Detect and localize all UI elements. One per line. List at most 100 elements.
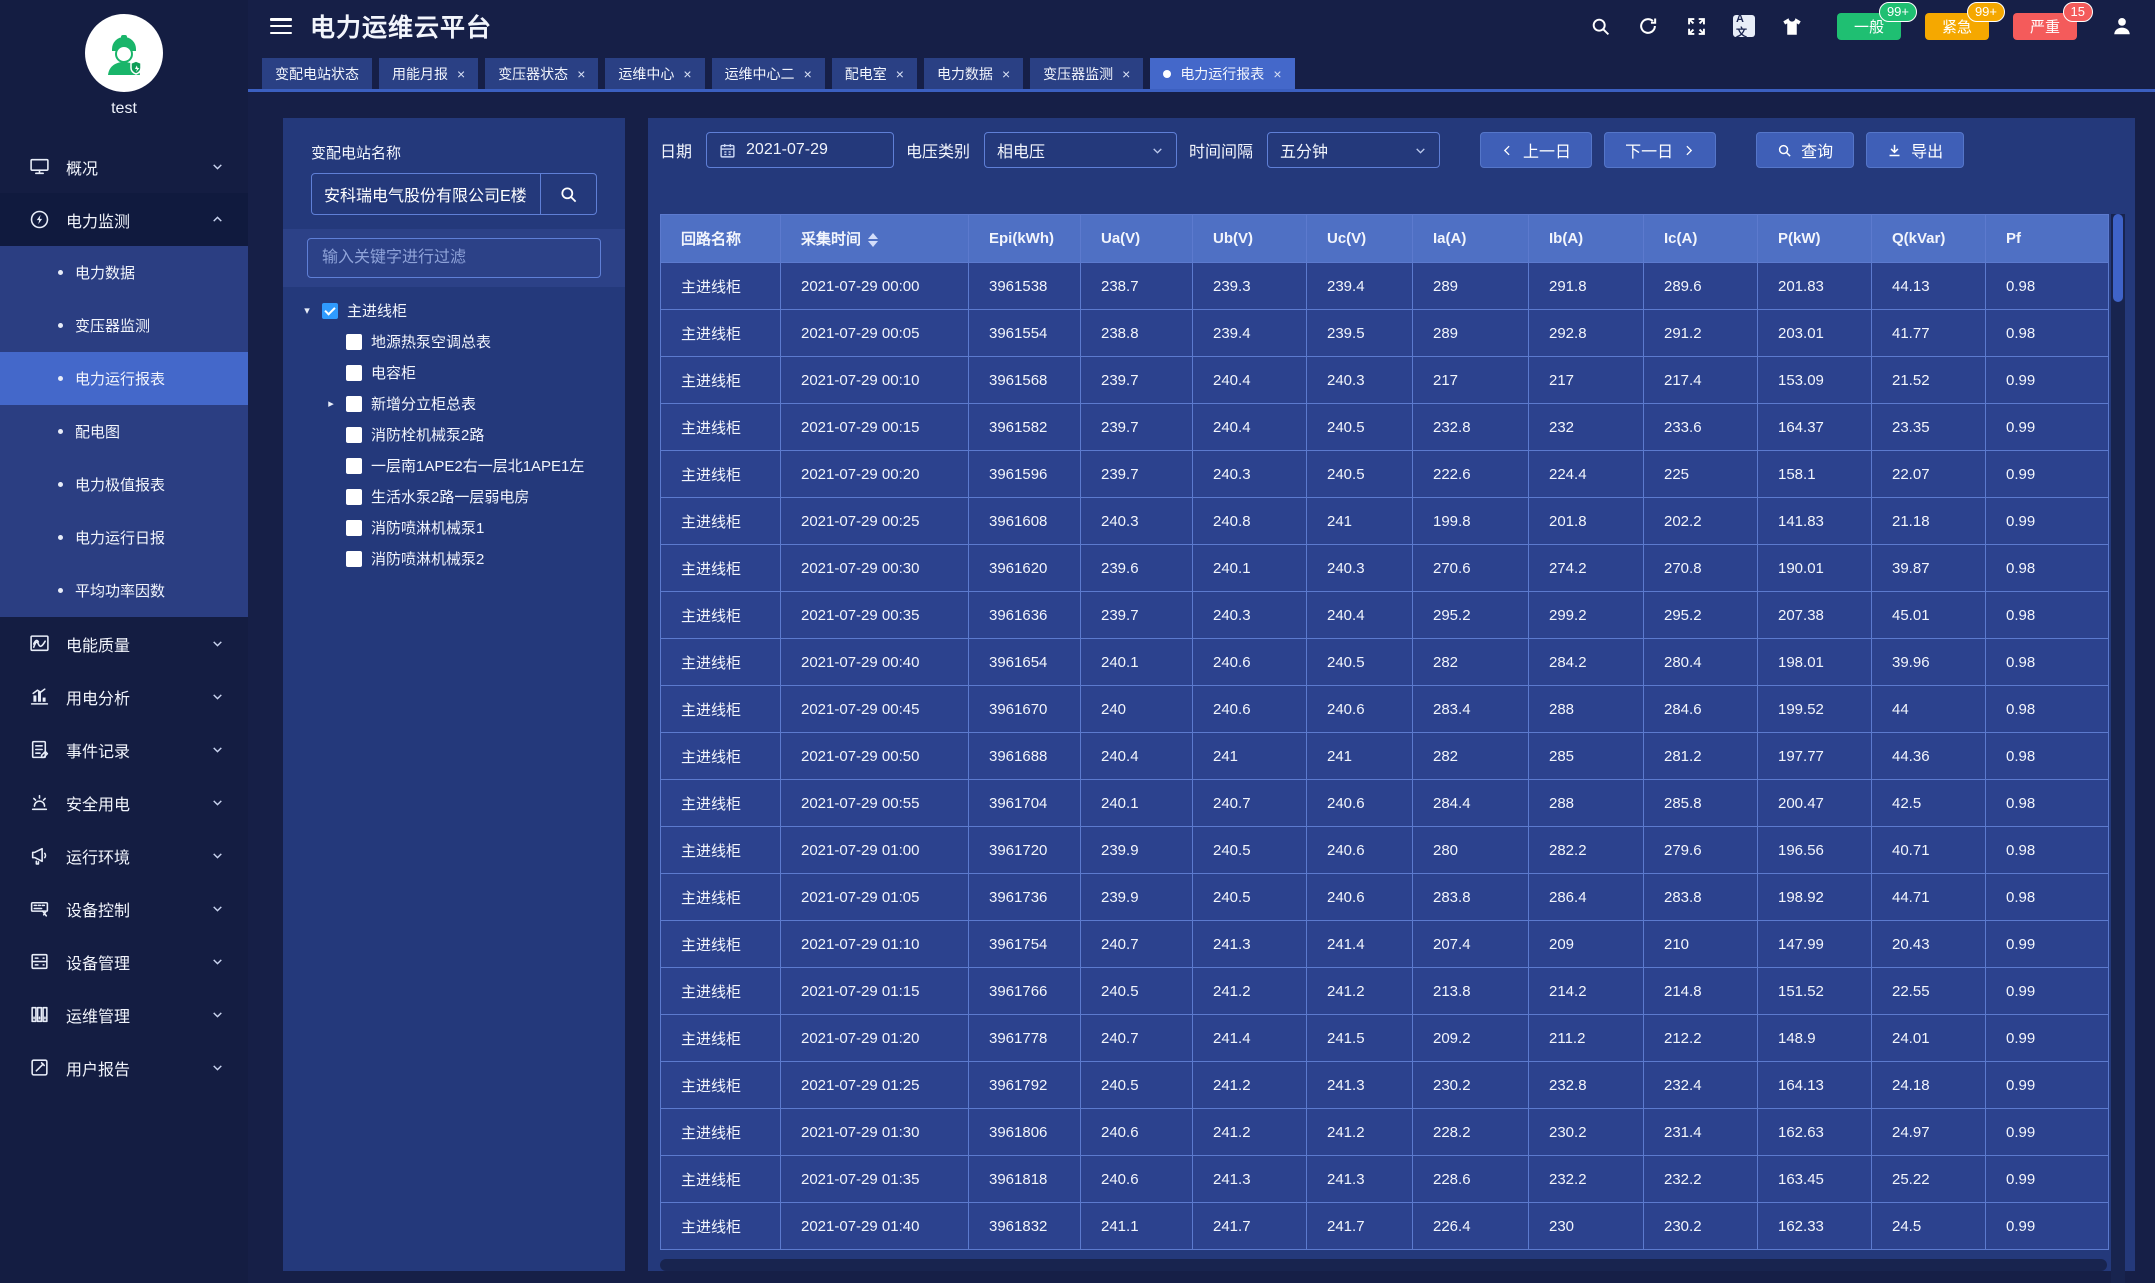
table-cell: 203.01 (1758, 310, 1872, 357)
voltage-type-select[interactable]: 相电压 (984, 132, 1177, 168)
submenu-item-变压器监测[interactable]: 变压器监测 (0, 299, 248, 352)
column-header-label: Pf (2006, 230, 2021, 247)
table-row: 主进线柜2021-07-29 01:153961766240.5241.2241… (661, 968, 2109, 1015)
tab-运维中心[interactable]: 运维中心× (605, 58, 704, 89)
horizontal-scrollbar[interactable] (660, 1259, 2107, 1271)
tab-变压器监测[interactable]: 变压器监测× (1030, 58, 1143, 89)
tree-node-电容柜[interactable]: 电容柜 (301, 357, 615, 388)
table-cell: 0.99 (1986, 1156, 2109, 1203)
tree-node-消防喷淋机械泵2[interactable]: 消防喷淋机械泵2 (301, 543, 615, 574)
expander-right-icon[interactable]: ▸ (325, 397, 337, 410)
tab-运维中心二[interactable]: 运维中心二× (712, 58, 825, 89)
table-cell: 285.8 (1644, 780, 1758, 827)
submenu-item-电力运行日报[interactable]: 电力运行日报 (0, 511, 248, 564)
checkbox[interactable] (346, 551, 362, 567)
tree-node-新增分立柜总表[interactable]: ▸新增分立柜总表 (301, 388, 615, 419)
close-icon[interactable]: × (1002, 66, 1010, 82)
station-search-button[interactable] (540, 174, 596, 214)
table-cell: 3961670 (969, 686, 1081, 733)
checkbox[interactable] (346, 365, 362, 381)
checkbox[interactable] (346, 458, 362, 474)
checkbox[interactable] (346, 427, 362, 443)
export-button[interactable]: 导出 (1866, 132, 1964, 168)
date-picker[interactable]: 2021-07-29 (706, 132, 894, 168)
table-cell: 284.6 (1644, 686, 1758, 733)
close-icon[interactable]: × (457, 66, 465, 82)
checkbox[interactable] (346, 334, 362, 350)
submenu-item-平均功率因数[interactable]: 平均功率因数 (0, 564, 248, 617)
close-icon[interactable]: × (1122, 66, 1130, 82)
translate-icon[interactable]: A文 (1733, 15, 1755, 37)
checkbox[interactable] (322, 303, 338, 319)
sidebar-item-6[interactable]: 运行环境 (0, 829, 248, 882)
avatar[interactable] (85, 14, 163, 92)
sidebar-item-1[interactable]: 电力监测 (0, 193, 248, 246)
close-icon[interactable]: × (804, 66, 812, 82)
table-cell: 240.1 (1081, 639, 1193, 686)
sidebar-item-8[interactable]: 设备管理 (0, 935, 248, 988)
scrollbar-thumb[interactable] (2113, 214, 2123, 302)
sort-icon[interactable] (868, 233, 878, 247)
alarm-general-button[interactable]: 一般99+ (1837, 13, 1901, 40)
sidebar-item-9[interactable]: 运维管理 (0, 988, 248, 1041)
fullscreen-icon[interactable] (1685, 15, 1707, 37)
theme-icon[interactable] (1781, 15, 1803, 37)
sidebar-item-7[interactable]: 设备控制 (0, 882, 248, 935)
table-cell: 240.4 (1307, 592, 1413, 639)
table-cell: 44.36 (1872, 733, 1986, 780)
sidebar-item-4[interactable]: 事件记录 (0, 723, 248, 776)
table-cell: 207.4 (1413, 921, 1529, 968)
expander-down-icon[interactable]: ▾ (301, 304, 313, 317)
tree-node-消防喷淋机械泵1[interactable]: 消防喷淋机械泵1 (301, 512, 615, 543)
tree-node-一层南1APE2右一层北1APE1左[interactable]: 一层南1APE2右一层北1APE1左 (301, 450, 615, 481)
next-day-button[interactable]: 下一日 (1604, 132, 1716, 168)
sidebar-item-10[interactable]: 用户报告 (0, 1041, 248, 1094)
alarm-urgent-button[interactable]: 紧急99+ (1925, 13, 1989, 40)
table-cell: 240.7 (1081, 1015, 1193, 1062)
sidebar-item-3[interactable]: 用电分析 (0, 670, 248, 723)
column-header-采集时间[interactable]: 采集时间 (781, 215, 969, 263)
search-icon[interactable] (1589, 15, 1611, 37)
submenu-item-电力数据[interactable]: 电力数据 (0, 246, 248, 299)
tab-用能月报[interactable]: 用能月报× (379, 58, 478, 89)
tab-变配电站状态[interactable]: 变配电站状态 (262, 58, 372, 89)
table-cell: 289.6 (1644, 263, 1758, 310)
table-cell: 主进线柜 (661, 404, 781, 451)
close-icon[interactable]: × (1273, 66, 1281, 82)
station-input[interactable] (312, 174, 540, 214)
tree-node-生活水泵2路一层弱电房[interactable]: 生活水泵2路一层弱电房 (301, 481, 615, 512)
checkbox[interactable] (346, 396, 362, 412)
close-icon[interactable]: × (896, 66, 904, 82)
vertical-scrollbar[interactable] (2111, 214, 2125, 1283)
user-icon[interactable] (2111, 15, 2133, 37)
table-cell: 主进线柜 (661, 592, 781, 639)
checkbox[interactable] (346, 489, 362, 505)
submenu-item-电力极值报表[interactable]: 电力极值报表 (0, 458, 248, 511)
tab-电力数据[interactable]: 电力数据× (924, 58, 1023, 89)
sidebar-item-0[interactable]: 概况 (0, 140, 248, 193)
hamburger-menu-icon[interactable] (270, 18, 292, 34)
table-cell: 2021-07-29 01:25 (781, 1062, 969, 1109)
tab-配电室[interactable]: 配电室× (832, 58, 917, 89)
tree-node-label: 消防喷淋机械泵2 (371, 548, 484, 569)
table-cell: 24.18 (1872, 1062, 1986, 1109)
tab-电力运行报表[interactable]: 电力运行报表× (1150, 58, 1294, 89)
refresh-icon[interactable] (1637, 15, 1659, 37)
alarm-critical-button[interactable]: 严重15 (2013, 13, 2077, 40)
keyword-filter-input[interactable] (307, 238, 601, 278)
tree-node-地源热泵空调总表[interactable]: 地源热泵空调总表 (301, 326, 615, 357)
tab-变压器状态[interactable]: 变压器状态× (485, 58, 598, 89)
sidebar-item-2[interactable]: 电能质量 (0, 617, 248, 670)
close-icon[interactable]: × (577, 66, 585, 82)
checkbox[interactable] (346, 520, 362, 536)
sidebar-item-5[interactable]: 安全用电 (0, 776, 248, 829)
submenu-item-配电图[interactable]: 配电图 (0, 405, 248, 458)
tree-node-主进线柜[interactable]: ▾主进线柜 (301, 295, 615, 326)
tree-node-消防栓机械泵2路[interactable]: 消防栓机械泵2路 (301, 419, 615, 450)
interval-select[interactable]: 五分钟 (1267, 132, 1440, 168)
submenu-item-电力运行报表[interactable]: 电力运行报表 (0, 352, 248, 405)
close-icon[interactable]: × (683, 66, 691, 82)
prev-day-button[interactable]: 上一日 (1480, 132, 1592, 168)
query-button[interactable]: 查询 (1756, 132, 1854, 168)
column-header-Ib(A): Ib(A) (1529, 215, 1644, 263)
